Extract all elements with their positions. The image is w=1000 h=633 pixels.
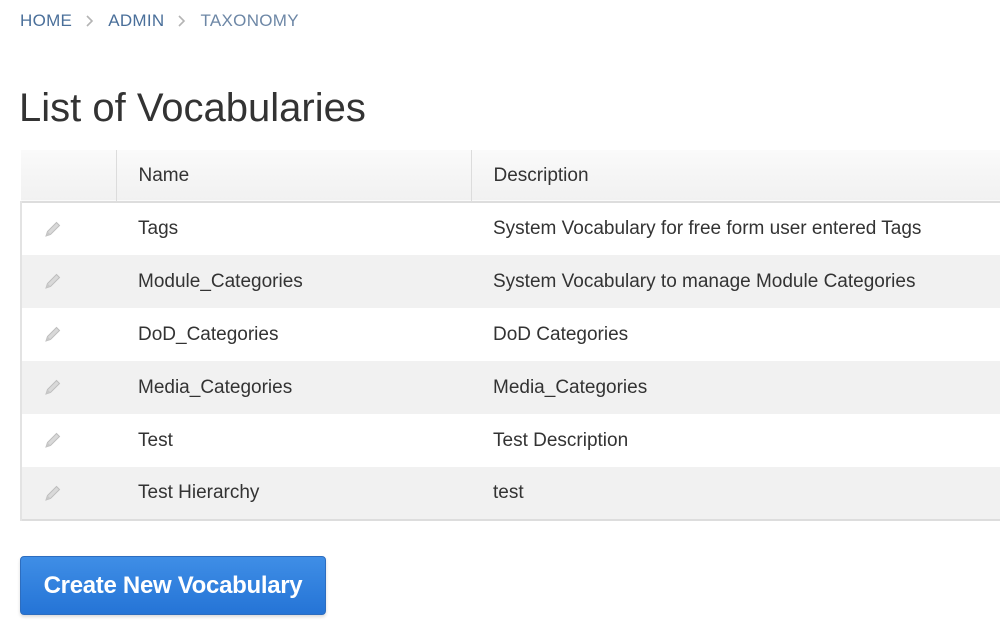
- chevron-right-icon: [171, 10, 193, 32]
- pencil-icon[interactable]: [42, 376, 64, 398]
- pencil-icon[interactable]: [42, 482, 64, 504]
- vocabulary-table: Name Description Tags System Vocabulary …: [20, 150, 1000, 521]
- chevron-right-icon: [79, 10, 101, 32]
- vocabulary-name: DoD_Categories: [138, 323, 279, 345]
- vocabulary-description: Media_Categories: [493, 376, 648, 398]
- vocabulary-description: System Vocabulary to manage Module Categ…: [493, 270, 916, 292]
- vocabulary-table-container: Name Description Tags System Vocabulary …: [20, 150, 1000, 521]
- breadcrumb-admin-link[interactable]: ADMIN: [108, 11, 164, 31]
- column-header-description[interactable]: Description: [470, 150, 1000, 202]
- table-row: DoD_Categories DoD Categories: [20, 308, 1000, 361]
- create-new-vocabulary-button[interactable]: Create New Vocabulary: [20, 556, 326, 615]
- vocabulary-description: DoD Categories: [493, 323, 629, 345]
- edit-cell: [20, 414, 116, 467]
- page-title: List of Vocabularies: [19, 86, 366, 130]
- breadcrumb: HOME ADMIN TAXONOMY: [20, 10, 299, 32]
- table-row: Test Test Description: [20, 414, 1000, 467]
- table-row: Test Hierarchy test: [20, 467, 1000, 520]
- vocabulary-name: Module_Categories: [138, 270, 303, 292]
- vocabulary-name: Media_Categories: [138, 376, 293, 398]
- table-row: Module_Categories System Vocabulary to m…: [20, 255, 1000, 308]
- vocabulary-name: Test Hierarchy: [138, 482, 260, 503]
- pencil-icon[interactable]: [42, 270, 64, 292]
- edit-cell: [20, 255, 116, 308]
- breadcrumb-current: TAXONOMY: [200, 11, 299, 30]
- vocabulary-name: Test: [138, 429, 173, 451]
- table-body: Tags System Vocabulary for free form use…: [20, 202, 1000, 520]
- table-row: Media_Categories Media_Categories: [20, 361, 1000, 414]
- column-header-name[interactable]: Name: [115, 150, 471, 202]
- table-header: Name Description: [21, 150, 1000, 202]
- pencil-icon[interactable]: [42, 429, 64, 451]
- edit-cell: [20, 308, 116, 361]
- pencil-icon[interactable]: [42, 323, 64, 345]
- column-header-edit: [21, 150, 116, 202]
- vocabulary-description: test: [493, 482, 524, 503]
- breadcrumb-home-link[interactable]: HOME: [20, 11, 72, 31]
- page: HOME ADMIN TAXONOMY List of Vocabularies…: [0, 0, 1000, 633]
- vocabulary-name: Tags: [138, 218, 179, 239]
- edit-cell: [20, 467, 116, 520]
- table-row: Tags System Vocabulary for free form use…: [20, 202, 1000, 255]
- edit-cell: [20, 202, 116, 255]
- vocabulary-description: Test Description: [493, 429, 629, 451]
- vocabulary-description: System Vocabulary for free form user ent…: [493, 218, 922, 239]
- table-header-row: Name Description: [21, 150, 1000, 202]
- edit-cell: [20, 361, 116, 414]
- pencil-icon[interactable]: [42, 218, 64, 240]
